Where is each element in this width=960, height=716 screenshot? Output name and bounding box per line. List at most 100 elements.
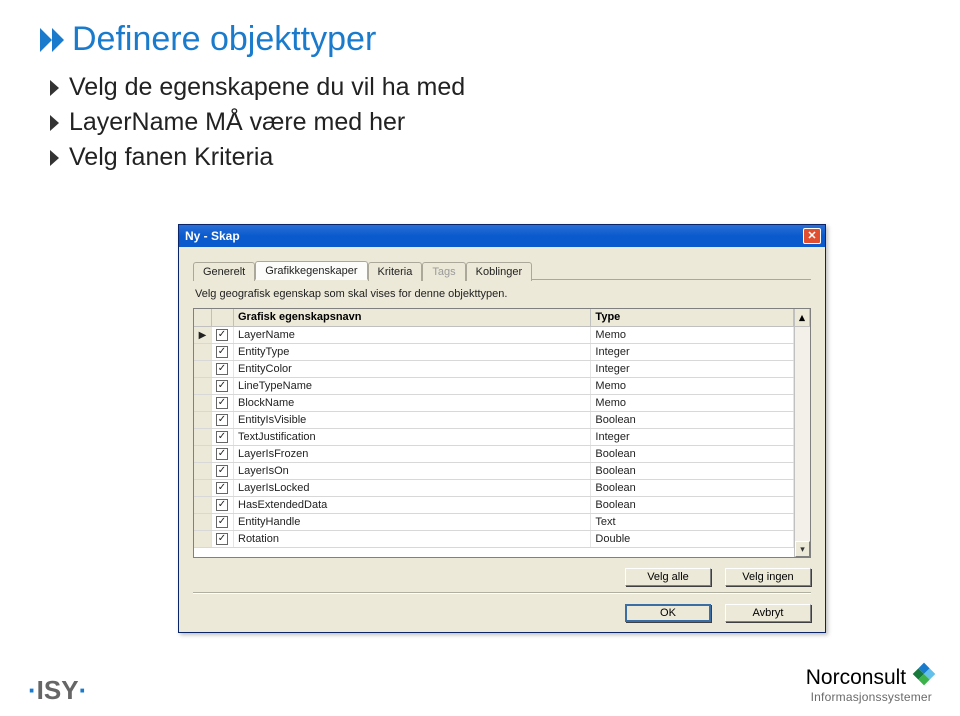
row-type: Integer: [591, 344, 794, 360]
ok-button[interactable]: OK: [625, 604, 711, 622]
row-selector[interactable]: [194, 514, 212, 530]
row-name: LineTypeName: [234, 378, 591, 394]
row-type: Double: [591, 531, 794, 547]
row-selector[interactable]: [194, 361, 212, 377]
slide-footer: ·ISY· Norconsult Informasjonssystemer: [0, 667, 960, 706]
checkbox[interactable]: ✓: [216, 533, 228, 545]
table-row[interactable]: ✓TextJustificationInteger: [194, 429, 810, 446]
row-checkbox-cell[interactable]: ✓: [212, 344, 234, 360]
vertical-scrollbar[interactable]: ▾: [794, 327, 810, 557]
row-selector[interactable]: [194, 497, 212, 513]
row-name: LayerIsFrozen: [234, 446, 591, 462]
row-name: EntityColor: [234, 361, 591, 377]
checkbox[interactable]: ✓: [216, 380, 228, 392]
table-row[interactable]: ✓ BlockNameMemo: [194, 395, 810, 412]
norconsult-logo: Norconsult Informasjonssystemer: [806, 667, 932, 706]
bullet-arrow-icon: [50, 80, 59, 96]
row-selector[interactable]: [194, 429, 212, 445]
grid-header-check: [212, 309, 234, 326]
row-selector[interactable]: [194, 480, 212, 496]
table-row[interactable]: ✓ EntityHandleText: [194, 514, 810, 531]
row-type: Boolean: [591, 463, 794, 479]
row-name: EntityHandle: [234, 514, 591, 530]
row-type: Boolean: [591, 412, 794, 428]
checkbox[interactable]: ✓: [216, 465, 228, 477]
tab-generelt[interactable]: Generelt: [193, 262, 255, 281]
row-type: Text: [591, 514, 794, 530]
row-checkbox-cell[interactable]: ✓: [212, 480, 234, 496]
checkbox[interactable]: ✓: [216, 397, 228, 409]
table-row[interactable]: ✓LineTypeNameMemo: [194, 378, 810, 395]
row-selector[interactable]: [194, 344, 212, 360]
divider: [193, 592, 811, 594]
checkbox[interactable]: ✓: [216, 516, 228, 528]
row-selector[interactable]: [194, 378, 212, 394]
row-selector[interactable]: [194, 412, 212, 428]
row-type: Boolean: [591, 480, 794, 496]
row-type: Boolean: [591, 446, 794, 462]
row-checkbox-cell[interactable]: ✓: [212, 395, 234, 411]
checkbox[interactable]: ✓: [216, 329, 228, 341]
row-selector[interactable]: [194, 531, 212, 547]
row-checkbox-cell[interactable]: ✓: [212, 463, 234, 479]
row-checkbox-cell[interactable]: ✓: [212, 378, 234, 394]
table-row[interactable]: ▶✓LayerNameMemo: [194, 327, 810, 344]
titlebar[interactable]: Ny - Skap ✕: [179, 225, 825, 247]
close-icon[interactable]: ✕: [803, 228, 821, 244]
row-name: EntityIsVisible: [234, 412, 591, 428]
tab-kriteria[interactable]: Kriteria: [368, 262, 423, 281]
title-double-arrow-icon: [40, 28, 64, 52]
row-selector[interactable]: [194, 446, 212, 462]
select-all-button[interactable]: Velg alle: [625, 568, 711, 586]
select-none-button[interactable]: Velg ingen: [725, 568, 811, 586]
checkbox[interactable]: ✓: [216, 448, 228, 460]
row-name: HasExtendedData: [234, 497, 591, 513]
row-checkbox-cell[interactable]: ✓: [212, 497, 234, 513]
row-checkbox-cell[interactable]: ✓: [212, 514, 234, 530]
checkbox[interactable]: ✓: [216, 346, 228, 358]
checkbox[interactable]: ✓: [216, 482, 228, 494]
row-name: LayerIsOn: [234, 463, 591, 479]
logo-text-sub: Informasjonssystemer: [811, 690, 932, 704]
table-row[interactable]: ✓ LayerIsOnBoolean: [194, 463, 810, 480]
row-name: BlockName: [234, 395, 591, 411]
checkbox[interactable]: ✓: [216, 363, 228, 375]
checkbox[interactable]: ✓: [216, 431, 228, 443]
table-row[interactable]: ✓ LayerIsFrozenBoolean: [194, 446, 810, 463]
row-selector[interactable]: [194, 395, 212, 411]
bullet-text: LayerName MÅ være med her: [69, 108, 405, 137]
scroll-down-button[interactable]: ▾: [795, 541, 810, 557]
scroll-up-button[interactable]: ▴: [794, 309, 810, 326]
grid-header-name[interactable]: Grafisk egenskapsnavn: [234, 309, 591, 326]
bullet-item: Velg fanen Kriteria: [50, 143, 920, 172]
table-row[interactable]: ✓EntityTypeInteger: [194, 344, 810, 361]
checkbox[interactable]: ✓: [216, 414, 228, 426]
grid-header-type[interactable]: Type: [591, 309, 794, 326]
cancel-button[interactable]: Avbryt: [725, 604, 811, 622]
row-name: Rotation: [234, 531, 591, 547]
row-type: Boolean: [591, 497, 794, 513]
row-type: Memo: [591, 395, 794, 411]
table-row[interactable]: ✓ EntityIsVisibleBoolean: [194, 412, 810, 429]
row-checkbox-cell[interactable]: ✓: [212, 327, 234, 343]
row-type: Integer: [591, 429, 794, 445]
bullet-text: Velg de egenskapene du vil ha med: [69, 73, 465, 102]
row-checkbox-cell[interactable]: ✓: [212, 412, 234, 428]
table-row[interactable]: ✓ RotationDouble: [194, 531, 810, 548]
bullet-arrow-icon: [50, 150, 59, 166]
table-row[interactable]: ✓ HasExtendedDataBoolean: [194, 497, 810, 514]
table-row[interactable]: ✓EntityColorInteger: [194, 361, 810, 378]
scrollbar-track[interactable]: [795, 327, 810, 541]
grid-header-blank: [194, 309, 212, 326]
row-checkbox-cell[interactable]: ✓: [212, 531, 234, 547]
row-checkbox-cell[interactable]: ✓: [212, 446, 234, 462]
tab-koblinger[interactable]: Koblinger: [466, 262, 532, 281]
row-selector[interactable]: ▶: [194, 327, 212, 343]
grid-body: ▶✓LayerNameMemo✓EntityTypeInteger✓Entity…: [194, 327, 810, 557]
row-checkbox-cell[interactable]: ✓: [212, 429, 234, 445]
row-checkbox-cell[interactable]: ✓: [212, 361, 234, 377]
checkbox[interactable]: ✓: [216, 499, 228, 511]
tab-grafikkegenskaper[interactable]: Grafikkegenskaper: [255, 261, 367, 280]
row-selector[interactable]: [194, 463, 212, 479]
table-row[interactable]: ✓LayerIsLockedBoolean: [194, 480, 810, 497]
